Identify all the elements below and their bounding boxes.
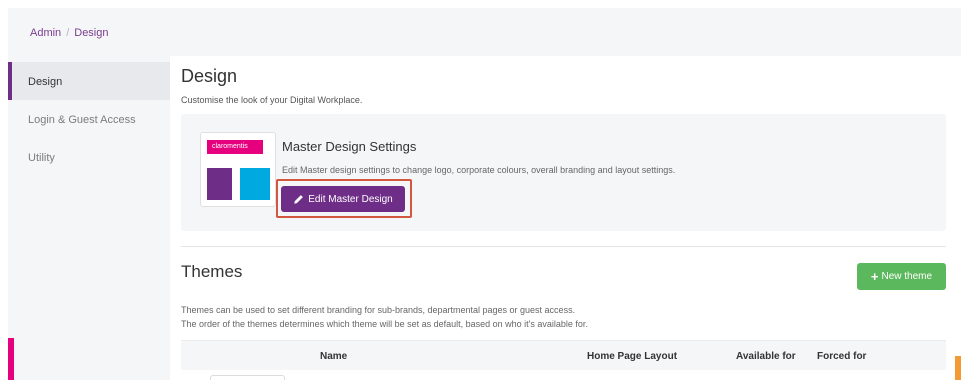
new-theme-label: New theme xyxy=(881,271,933,282)
themes-description: Themes can be used to set different bran… xyxy=(181,303,588,331)
themes-description-line: Themes can be used to set different bran… xyxy=(181,305,576,315)
feedback-tab[interactable] xyxy=(955,356,961,380)
master-design-panel: claromentis Master Design Settings Edit … xyxy=(181,114,946,231)
sidebar-item-utility[interactable]: Utility xyxy=(8,138,170,176)
column-header-forced-for[interactable]: Forced for xyxy=(817,351,866,362)
sidebar-item-label: Login & Guest Access xyxy=(28,114,136,126)
table-row[interactable] xyxy=(210,375,285,380)
edit-master-design-button[interactable]: Edit Master Design xyxy=(281,186,405,212)
master-design-thumbnail: claromentis xyxy=(200,132,276,207)
sidebar-item-design[interactable]: Design xyxy=(8,62,170,100)
column-header-available-for[interactable]: Available for xyxy=(736,351,796,362)
new-theme-button[interactable]: + New theme xyxy=(857,263,946,290)
plus-icon: + xyxy=(870,269,879,284)
sidebar-item-label: Utility xyxy=(28,152,55,164)
color-swatch-cyan xyxy=(240,168,270,200)
themes-title: Themes xyxy=(181,262,243,281)
brand-logo: claromentis xyxy=(207,140,263,154)
sidebar-item-login-guest-access[interactable]: Login & Guest Access xyxy=(8,100,170,138)
pencil-icon xyxy=(294,194,304,204)
breadcrumb: Admin / Design xyxy=(30,27,109,39)
breadcrumb-admin-link[interactable]: Admin xyxy=(30,27,61,39)
main-content: Design Customise the look of your Digita… xyxy=(170,56,961,380)
color-swatch-purple xyxy=(207,168,232,200)
themes-description-line: The order of the themes determines which… xyxy=(181,319,588,329)
breadcrumb-separator: / xyxy=(66,27,70,39)
master-design-title: Master Design Settings xyxy=(282,139,417,154)
page-title: Design xyxy=(181,66,238,86)
sidebar-item-label: Design xyxy=(28,76,63,88)
sidebar: Design Login & Guest Access Utility xyxy=(8,56,170,380)
edit-master-design-label: Edit Master Design xyxy=(308,193,393,205)
sidebar-accent-bar xyxy=(8,338,14,380)
themes-table-header: Name Home Page Layout Available for Forc… xyxy=(181,340,946,370)
page-subtitle: Customise the look of your Digital Workp… xyxy=(181,95,363,105)
master-design-description: Edit Master design settings to change lo… xyxy=(282,165,676,175)
column-header-name[interactable]: Name xyxy=(320,351,347,362)
breadcrumb-current[interactable]: Design xyxy=(74,27,108,39)
section-divider xyxy=(181,246,946,247)
top-bar: Admin / Design xyxy=(8,8,961,56)
column-header-home-page-layout[interactable]: Home Page Layout xyxy=(587,351,677,362)
